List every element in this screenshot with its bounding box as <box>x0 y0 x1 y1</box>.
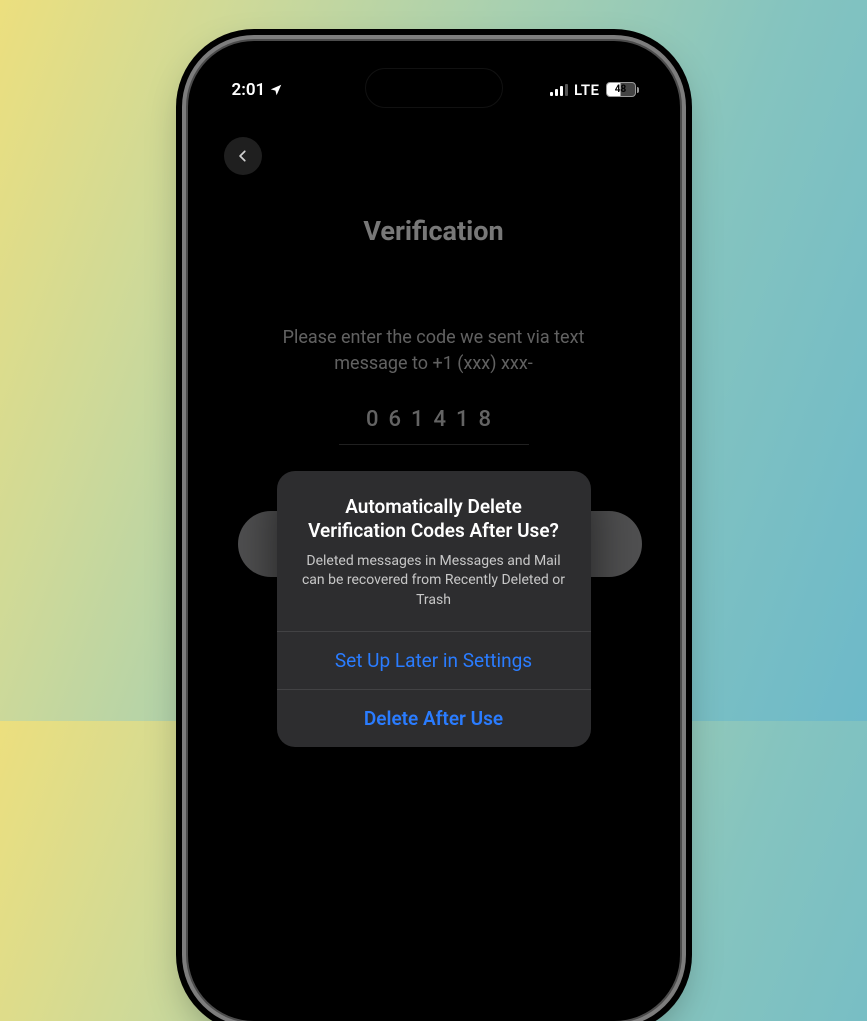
alert-title: Automatically Delete Verification Codes … <box>299 495 569 544</box>
dynamic-island <box>366 69 502 107</box>
page-title: Verification <box>238 215 630 247</box>
alert-sheet: Automatically Delete Verification Codes … <box>277 471 591 747</box>
alert-subtitle: Deleted messages in Messages and Mail ca… <box>299 552 569 611</box>
alert-header: Automatically Delete Verification Codes … <box>277 471 591 631</box>
delete-after-use-button[interactable]: Delete After Use <box>277 690 591 747</box>
back-button[interactable] <box>224 137 262 175</box>
location-icon <box>269 83 283 97</box>
screen: 2:01 LTE 48 Verification <box>202 55 666 1007</box>
status-time: 2:01 <box>232 80 266 100</box>
battery-icon: 48 <box>606 82 636 97</box>
instruction-text: Please enter the code we sent via text m… <box>238 325 630 377</box>
phone-frame: 2:01 LTE 48 Verification <box>188 41 680 1021</box>
code-input[interactable]: 061418 <box>339 407 529 445</box>
set-up-later-button[interactable]: Set Up Later in Settings <box>277 632 591 689</box>
cellular-icon <box>550 84 568 96</box>
network-label: LTE <box>574 81 600 99</box>
chevron-left-icon <box>236 149 250 163</box>
